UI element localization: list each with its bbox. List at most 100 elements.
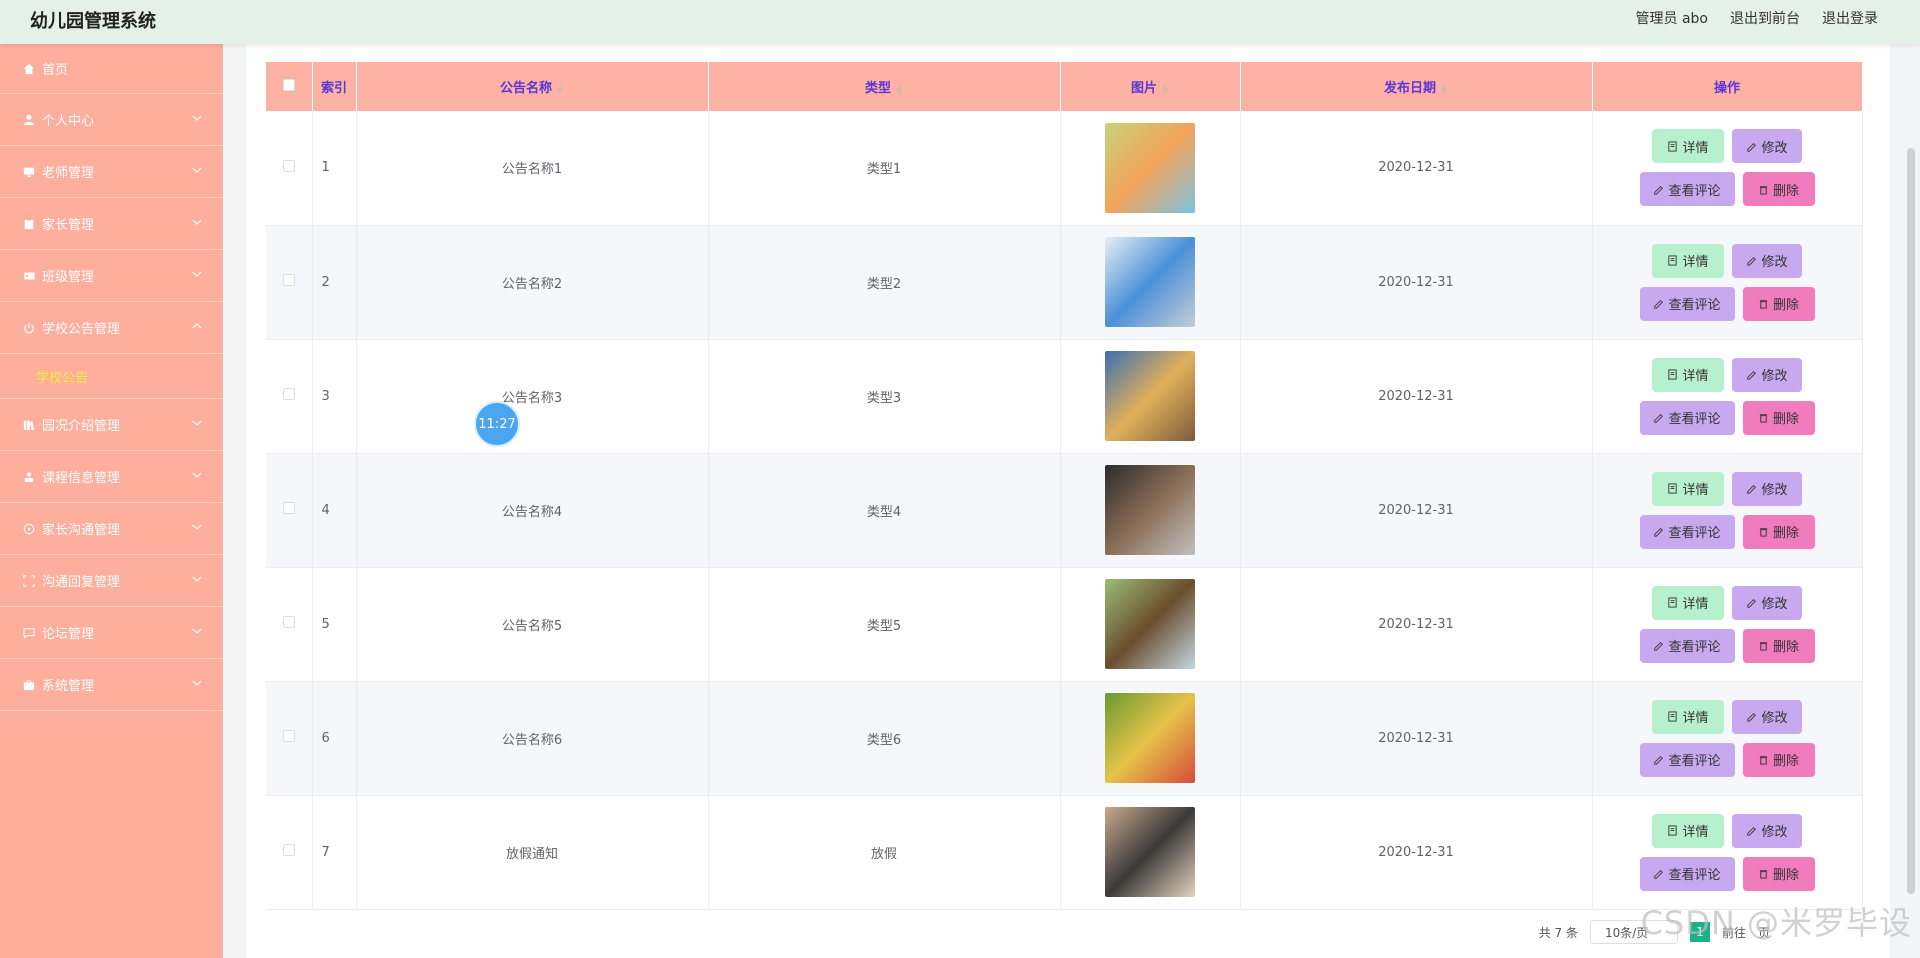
row-select-cell	[266, 339, 313, 454]
detail-button[interactable]: 详情	[1652, 357, 1724, 392]
detail-button[interactable]: 详情	[1652, 243, 1724, 278]
delete-button[interactable]: 删除	[1742, 400, 1815, 435]
detail-button[interactable]: 详情	[1652, 585, 1724, 620]
announcement-thumbnail[interactable]	[1105, 465, 1195, 555]
delete-button[interactable]: 删除	[1742, 172, 1815, 207]
col-name[interactable]: 公告名称 ▲ ▼	[356, 62, 709, 111]
delete-button[interactable]: 删除	[1742, 286, 1815, 321]
view-comments-button[interactable]: 查看评论	[1639, 286, 1735, 321]
sidebar-item-forum[interactable]: 论坛管理	[0, 607, 223, 659]
sidebar-item-label: 老师管理	[42, 166, 95, 181]
view-comments-button[interactable]: 查看评论	[1639, 856, 1735, 891]
view-comments-button[interactable]: 查看评论	[1639, 742, 1735, 777]
back-to-front-link[interactable]: 退出到前台	[1730, 8, 1800, 28]
sidebar-item-personal[interactable]: 个人中心	[0, 94, 223, 146]
row-image-cell	[1060, 111, 1241, 226]
col-date[interactable]: 发布日期 ▲ ▼	[1240, 62, 1593, 111]
sidebar-item-label: 家长沟通管理	[42, 523, 121, 538]
delete-button[interactable]: 删除	[1742, 628, 1815, 663]
delete-button[interactable]: 删除	[1742, 742, 1815, 777]
row-checkbox[interactable]	[282, 616, 295, 628]
announcement-thumbnail[interactable]	[1105, 807, 1195, 897]
row-type: 类型4	[708, 453, 1061, 568]
detail-button[interactable]: 详情	[1652, 129, 1724, 164]
header-actions: 管理员 abo 退出到前台 退出登录	[1636, 8, 1878, 28]
row-type: 放假	[708, 795, 1061, 910]
sidebar-item-intro[interactable]: 园况介绍管理	[0, 399, 223, 451]
delete-button[interactable]: 删除	[1742, 856, 1815, 891]
row-checkbox[interactable]	[282, 502, 295, 514]
row-checkbox[interactable]	[282, 159, 295, 172]
edit-button[interactable]: 修改	[1732, 813, 1802, 848]
detail-label: 详情	[1682, 483, 1709, 498]
sidebar-item-classes[interactable]: 班级管理	[0, 250, 223, 302]
row-select-cell	[266, 111, 313, 226]
view-comments-button[interactable]: 查看评论	[1639, 628, 1735, 663]
row-checkbox[interactable]	[282, 274, 295, 286]
sidebar-item-announcements[interactable]: 学校公告管理	[0, 302, 223, 354]
col-image[interactable]: 图片 ▲ ▼	[1060, 62, 1241, 111]
edit-button[interactable]: 修改	[1732, 471, 1802, 506]
announcement-thumbnail[interactable]	[1105, 237, 1195, 327]
delete-label: 删除	[1772, 754, 1799, 769]
scrollbar[interactable]	[1907, 148, 1915, 894]
sidebar-item-courses[interactable]: 课程信息管理	[0, 451, 223, 503]
sidebar-item-home[interactable]: 首页	[0, 44, 223, 94]
select-all-checkbox[interactable]	[282, 78, 295, 91]
delete-button[interactable]: 删除	[1742, 514, 1815, 549]
edit-icon	[1654, 185, 1664, 195]
logout-link[interactable]: 退出登录	[1822, 8, 1878, 28]
view-comments-button[interactable]: 查看评论	[1639, 514, 1735, 549]
row-actions: 详情 修改 查看评论 删除	[1592, 567, 1863, 682]
detail-button[interactable]: 详情	[1652, 471, 1724, 506]
sidebar-item-parents[interactable]: 家长管理	[0, 198, 223, 250]
col-label: 发布日期	[1383, 81, 1436, 96]
document-icon	[1668, 711, 1678, 722]
trash-icon	[1759, 414, 1768, 423]
row-checkbox[interactable]	[282, 730, 295, 742]
edit-button[interactable]: 修改	[1732, 357, 1802, 392]
view-comments-button[interactable]: 查看评论	[1639, 172, 1735, 207]
edit-button[interactable]: 修改	[1732, 129, 1802, 164]
select-all-cell	[266, 62, 313, 111]
announcement-thumbnail[interactable]	[1105, 579, 1195, 669]
delete-label: 删除	[1772, 412, 1799, 427]
comments-label: 查看评论	[1668, 298, 1721, 313]
table-row: 6 公告名称6 类型6 2020-12-31 详情 修改 查看评论 删除	[266, 681, 1863, 796]
monitor-icon	[22, 165, 36, 179]
row-checkbox[interactable]	[282, 844, 295, 856]
view-comments-button[interactable]: 查看评论	[1639, 400, 1735, 435]
announcement-thumbnail[interactable]	[1105, 693, 1195, 783]
col-type[interactable]: 类型 ▲ ▼	[708, 62, 1061, 111]
detail-label: 详情	[1682, 597, 1709, 612]
edit-button[interactable]: 修改	[1732, 699, 1802, 734]
detail-button[interactable]: 详情	[1652, 813, 1724, 848]
sidebar-item-system[interactable]: 系统管理	[0, 659, 223, 711]
sidebar-subitem-announcements[interactable]: 学校公告	[0, 354, 223, 399]
edit-button[interactable]: 修改	[1732, 585, 1802, 620]
sidebar-item-label: 系统管理	[42, 679, 95, 694]
edit-label: 修改	[1761, 140, 1788, 156]
sidebar-item-label: 首页	[42, 63, 69, 78]
col-index: 索引	[312, 62, 357, 111]
row-checkbox[interactable]	[282, 388, 295, 400]
detail-label: 详情	[1682, 140, 1709, 156]
row-index: 3	[312, 339, 357, 454]
sidebar-item-teachers[interactable]: 老师管理	[0, 146, 223, 198]
row-image-cell	[1060, 339, 1241, 454]
detail-button[interactable]: 详情	[1652, 699, 1724, 734]
chevron-down-icon	[192, 271, 202, 277]
library-icon	[22, 418, 36, 432]
sidebar-item-replies[interactable]: 沟通回复管理	[0, 555, 223, 607]
col-label: 图片	[1130, 81, 1157, 96]
edit-button[interactable]: 修改	[1732, 243, 1802, 278]
row-actions: 详情 修改 查看评论 删除	[1592, 111, 1863, 226]
edit-icon	[1654, 299, 1664, 309]
announcement-thumbnail[interactable]	[1105, 351, 1195, 441]
row-date: 2020-12-31	[1240, 453, 1593, 568]
sidebar-item-parent-comm[interactable]: 家长沟通管理	[0, 503, 223, 555]
row-index: 1	[312, 111, 357, 226]
announcement-thumbnail[interactable]	[1105, 122, 1195, 213]
edit-icon	[1747, 712, 1757, 722]
sidebar-item-label: 班级管理	[42, 270, 95, 285]
